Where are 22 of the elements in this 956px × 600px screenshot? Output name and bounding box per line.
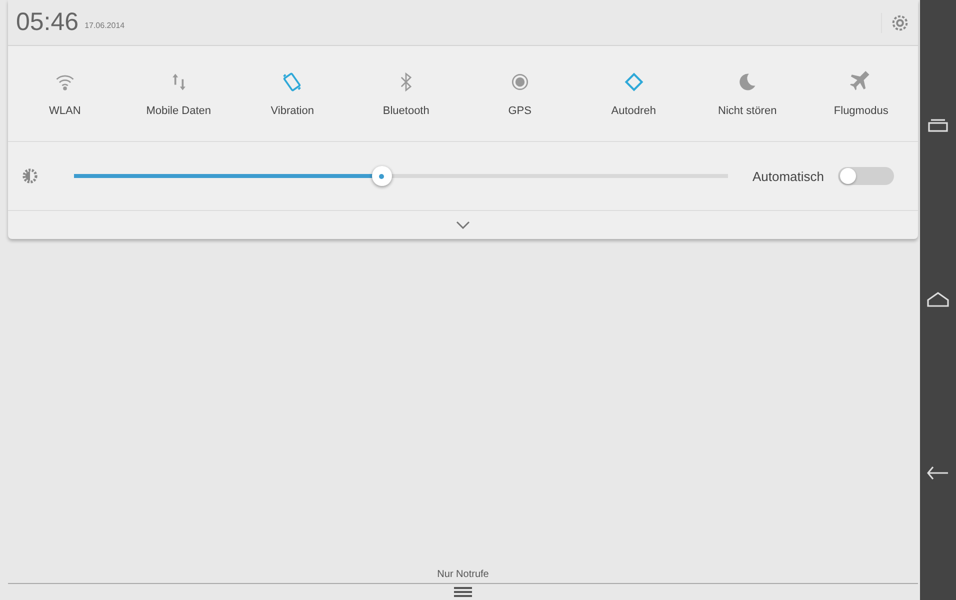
menu-handle-icon[interactable] [454, 587, 472, 597]
rotate-icon [622, 70, 645, 92]
quick-toggle-tile[interactable]: Flugmodus [804, 46, 918, 141]
quick-toggle-tile[interactable]: Mobile Daten [122, 46, 236, 141]
recent-apps-icon[interactable] [928, 119, 948, 133]
quick-toggle-tile[interactable]: Bluetooth [349, 46, 463, 141]
quick-toggle-tile[interactable]: WLAN [8, 46, 122, 141]
vibration-icon [281, 70, 304, 92]
auto-brightness-label: Automatisch [752, 168, 824, 184]
quick-toggle-tile[interactable]: Vibration [236, 46, 350, 141]
quick-toggle-tile[interactable]: Autodreh [576, 46, 690, 141]
network-status-text: Nur Notrufe [437, 569, 489, 580]
quick-toggle-tile[interactable]: Nicht stören [690, 46, 804, 141]
back-icon[interactable] [927, 465, 949, 481]
clock-time: 05:46 [16, 8, 79, 37]
settings-icon[interactable] [881, 12, 910, 32]
chevron-down-icon[interactable] [456, 221, 470, 229]
date-text: 17.06.2014 [84, 21, 126, 30]
home-icon[interactable] [927, 291, 949, 307]
brightness-icon [22, 168, 38, 184]
auto-brightness-switch[interactable] [838, 167, 894, 185]
quick-toggle-tile[interactable]: GPS [463, 46, 577, 141]
